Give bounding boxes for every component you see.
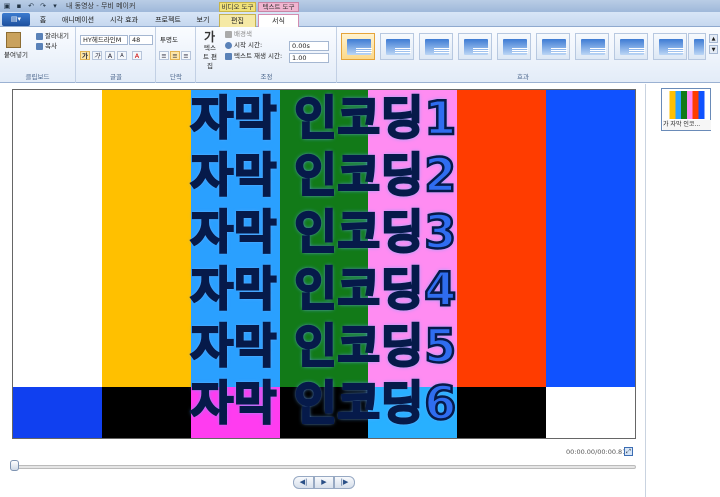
align-center-button[interactable]: ≡ (170, 51, 180, 60)
subtitle-line-4: 자막 인코딩4 (189, 262, 458, 316)
copy-button[interactable]: 복사 (36, 42, 57, 51)
tab-project[interactable]: 프로젝트 (148, 14, 188, 27)
effect-thumbnail (694, 39, 704, 55)
window-title: 내 동영상 - 무비 메이커 (66, 2, 136, 10)
effects-group-label: 효과 (517, 73, 529, 81)
group-paragraph: 투명도 ≡ ≡ ≡ 단락 (157, 27, 196, 83)
effect-thumbnail (542, 39, 567, 55)
paint-bucket-icon (225, 30, 232, 38)
tab-format[interactable]: 서식 (258, 14, 299, 28)
align-left-button[interactable]: ≡ (159, 51, 169, 60)
effect-option-8[interactable] (614, 33, 648, 60)
edit-text-button[interactable]: 텍스트 편집 (202, 44, 218, 71)
paragraph-group-label: 단락 (170, 73, 182, 81)
undo-icon[interactable]: ↶ (27, 2, 35, 10)
group-adjust: 가 텍스트 편집 배경색 시작 시간: 0.00s 텍스트 재생 시간: 1.0… (197, 27, 337, 83)
redo-icon[interactable]: ↷ (39, 2, 47, 10)
clip-caption: 가 자막 인코... (663, 120, 711, 130)
ribbon: 붙여넣기 잘라내기 복사 클립보드 HY헤드라인M 48 가 가 A A A 글… (0, 27, 720, 83)
effect-thumbnail (503, 39, 528, 55)
effects-scroll-up-icon[interactable]: ▲ (709, 34, 718, 43)
start-time-label: 시작 시간: (225, 41, 262, 50)
edit-text-icon: 가 (204, 30, 216, 44)
effect-thumbnail (386, 39, 411, 55)
video-preview[interactable]: 자막 인코딩1 자막 인코딩2 자막 인코딩3 자막 인코딩4 자막 인코딩5 … (12, 89, 636, 439)
dropdown-icon[interactable]: ▾ (51, 2, 59, 10)
clock-icon (225, 41, 232, 49)
ribbon-tabs: ▤▾ 홈 애니메이션 시각 효과 프로젝트 보기 편집 서식 (0, 12, 720, 28)
effect-option-4[interactable] (458, 33, 492, 60)
group-clipboard: 붙여넣기 잘라내기 복사 클립보드 (0, 27, 76, 83)
tab-home[interactable]: 홈 (34, 14, 52, 27)
effect-thumbnail (581, 39, 606, 55)
paste-button[interactable]: 붙여넣기 (4, 51, 28, 60)
fullscreen-icon[interactable]: ⤢ (624, 447, 633, 456)
context-label-video-tools: 비디오 도구 (219, 2, 256, 12)
effect-thumbnail (425, 39, 450, 55)
seek-thumb[interactable] (10, 460, 19, 471)
effect-option-2[interactable] (380, 33, 414, 60)
effect-option-9[interactable] (653, 33, 687, 60)
cut-button[interactable]: 잘라내기 (36, 32, 69, 41)
start-time-input[interactable]: 0.00s (289, 41, 329, 51)
clip-thumbnail (664, 91, 710, 119)
next-frame-button[interactable]: |▶ (334, 476, 355, 489)
transparency-button[interactable]: 투명도 (160, 36, 178, 45)
effects-scroll-down-icon[interactable]: ▼ (709, 45, 718, 54)
effect-option-10[interactable] (688, 33, 706, 60)
effect-option-6[interactable] (536, 33, 570, 60)
background-color-button[interactable]: 배경색 (225, 30, 252, 39)
effect-none-button[interactable] (341, 33, 375, 60)
tab-view[interactable]: 보기 (192, 14, 214, 27)
group-font: HY헤드라인M 48 가 가 A A A 글꼴 (77, 27, 156, 83)
play-button[interactable]: ▶ (314, 476, 334, 489)
grow-font-button[interactable]: A (105, 51, 115, 60)
subtitle-line-3: 자막 인코딩3 (189, 205, 458, 259)
italic-button[interactable]: 가 (92, 51, 102, 60)
context-label-text-tools: 텍스트 도구 (258, 2, 299, 12)
scissors-icon (36, 32, 43, 40)
duration-input[interactable]: 1.00 (289, 53, 329, 63)
timecode: 00:00.00/00:00.81 (566, 448, 627, 456)
subtitle-line-1: 자막 인코딩1 (189, 91, 458, 145)
subtitle-line-6: 자막 인코딩6 (189, 376, 458, 430)
tab-visual-effects[interactable]: 시각 효과 (104, 14, 144, 27)
timer-icon (225, 52, 232, 60)
shrink-font-button[interactable]: A (117, 51, 127, 60)
tab-animations[interactable]: 애니메이션 (58, 14, 98, 27)
font-group-label: 글꼴 (110, 73, 122, 81)
storyboard-clip[interactable]: 가 자막 인코... (661, 88, 711, 131)
group-effects: 효과 (338, 27, 708, 83)
font-color-button[interactable]: A (132, 51, 142, 60)
tab-edit[interactable]: 편집 (219, 14, 256, 27)
align-right-button[interactable]: ≡ (181, 51, 191, 60)
duration-label: 텍스트 재생 시간: (225, 52, 282, 61)
save-icon[interactable]: ▪ (15, 2, 23, 10)
paste-icon (6, 32, 21, 48)
copy-icon (36, 42, 43, 50)
effect-option-5[interactable] (497, 33, 531, 60)
adjust-group-label: 조정 (260, 73, 273, 81)
previous-frame-button[interactable]: ◀| (293, 476, 314, 489)
storyboard-divider (645, 84, 646, 497)
subtitle-line-2: 자막 인코딩2 (189, 148, 458, 202)
effect-thumbnail (659, 39, 684, 55)
title-bar: ▣ ▪ ↶ ↷ ▾ 내 동영상 - 무비 메이커 비디오 도구 텍스트 도구 (0, 0, 720, 12)
movie-maker-window: ▣ ▪ ↶ ↷ ▾ 내 동영상 - 무비 메이커 비디오 도구 텍스트 도구 ▤… (0, 0, 720, 497)
bold-button[interactable]: 가 (80, 51, 90, 60)
effect-thumbnail (464, 39, 489, 55)
effect-thumbnail (620, 39, 645, 55)
seek-bar[interactable] (12, 465, 636, 469)
app-icon: ▣ (3, 2, 11, 10)
application-menu-button[interactable]: ▤▾ (2, 13, 30, 26)
effect-option-7[interactable] (575, 33, 609, 60)
font-size-select[interactable]: 48 (129, 35, 153, 45)
effect-option-3[interactable] (419, 33, 453, 60)
effect-thumbnail (347, 39, 372, 55)
clipboard-group-label: 클립보드 (25, 73, 50, 81)
font-family-select[interactable]: HY헤드라인M (80, 35, 128, 45)
subtitle-line-5: 자막 인코딩5 (189, 319, 458, 373)
